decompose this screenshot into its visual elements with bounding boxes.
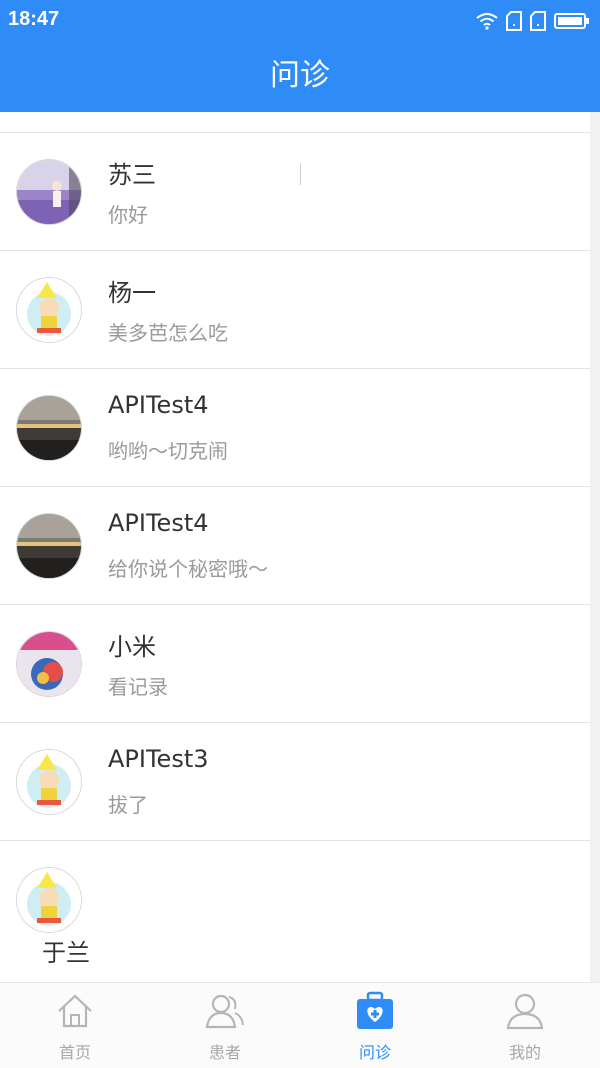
conversation-item[interactable]: 小米 看记录 [0, 605, 590, 723]
bottom-tab-bar: 首页 患者 问诊 我的 [0, 982, 600, 1068]
divider-mark [300, 163, 301, 185]
conversation-message: 你好 [108, 203, 148, 227]
cartoon-child-default [17, 278, 81, 342]
conversation-item[interactable]: 苏三 你好 [0, 133, 590, 251]
profile-icon [506, 993, 544, 1030]
conversation-list[interactable]: 苏三 你好 杨一 美多芭怎么吃 APITest4 哟哟～切克闹 APITest4… [0, 112, 590, 982]
wifi-icon [476, 13, 498, 30]
avatar[interactable] [16, 749, 82, 815]
tab-patients[interactable]: 患者 [150, 983, 300, 1068]
medical-kit-icon [357, 991, 393, 1029]
sim-card-icon [530, 11, 546, 31]
colorful-sculpture-photo [17, 632, 81, 696]
lavender-field-photo [17, 160, 81, 224]
patients-icon [205, 994, 244, 1029]
conversation-item[interactable]: APITest4 给你说个秘密哦～ [0, 487, 590, 605]
system-icons [476, 10, 590, 32]
sim-card-icon [506, 11, 522, 31]
avatar[interactable] [16, 277, 82, 343]
tab-label: 我的 [508, 1043, 541, 1062]
avatar[interactable] [16, 159, 82, 225]
page-title: 问诊 [270, 58, 330, 93]
conversation-name: 于兰 [42, 939, 90, 967]
tab-label: 患者 [208, 1043, 241, 1062]
conversation-message: 哟哟～切克闹 [108, 439, 228, 463]
avatar[interactable] [16, 867, 82, 933]
conversation-name: 小米 [108, 633, 156, 661]
list-top-gap [0, 112, 590, 133]
avatar[interactable] [16, 513, 82, 579]
tab-consultation[interactable]: 问诊 [300, 983, 450, 1068]
tab-home[interactable]: 首页 [0, 983, 150, 1068]
conversation-message: 看记录 [108, 675, 168, 699]
home-icon [58, 994, 92, 1028]
conversation-item[interactable]: APITest3 拔了 [0, 723, 590, 841]
cartoon-child-default [17, 750, 81, 814]
conversation-name: APITest4 [108, 391, 209, 419]
conversation-item[interactable]: APITest4 哟哟～切克闹 [0, 369, 590, 487]
conversation-message: 给你说个秘密哦～ [108, 557, 268, 581]
sunset-photo [17, 396, 81, 460]
battery-icon [554, 13, 589, 29]
status-bar: 18:47 [0, 0, 600, 40]
conversation-name: 杨一 [108, 279, 156, 307]
cartoon-child-default [17, 868, 81, 932]
conversation-name: APITest4 [108, 509, 209, 537]
conversation-name: APITest3 [108, 745, 209, 773]
conversation-message: 拔了 [108, 793, 148, 817]
conversation-item[interactable]: 于兰 [0, 841, 590, 982]
avatar[interactable] [16, 395, 82, 461]
sunset-photo [17, 514, 81, 578]
conversation-message: 美多芭怎么吃 [108, 321, 228, 345]
status-time: 18:47 [8, 8, 60, 30]
scrollbar[interactable] [590, 112, 600, 982]
tab-label: 问诊 [358, 1043, 391, 1062]
conversation-item[interactable]: 杨一 美多芭怎么吃 [0, 251, 590, 369]
page-title-bar: 问诊 [0, 40, 600, 112]
conversation-name: 苏三 [108, 161, 156, 189]
tab-label: 首页 [58, 1043, 91, 1062]
avatar[interactable] [16, 631, 82, 697]
tab-profile[interactable]: 我的 [450, 983, 600, 1068]
